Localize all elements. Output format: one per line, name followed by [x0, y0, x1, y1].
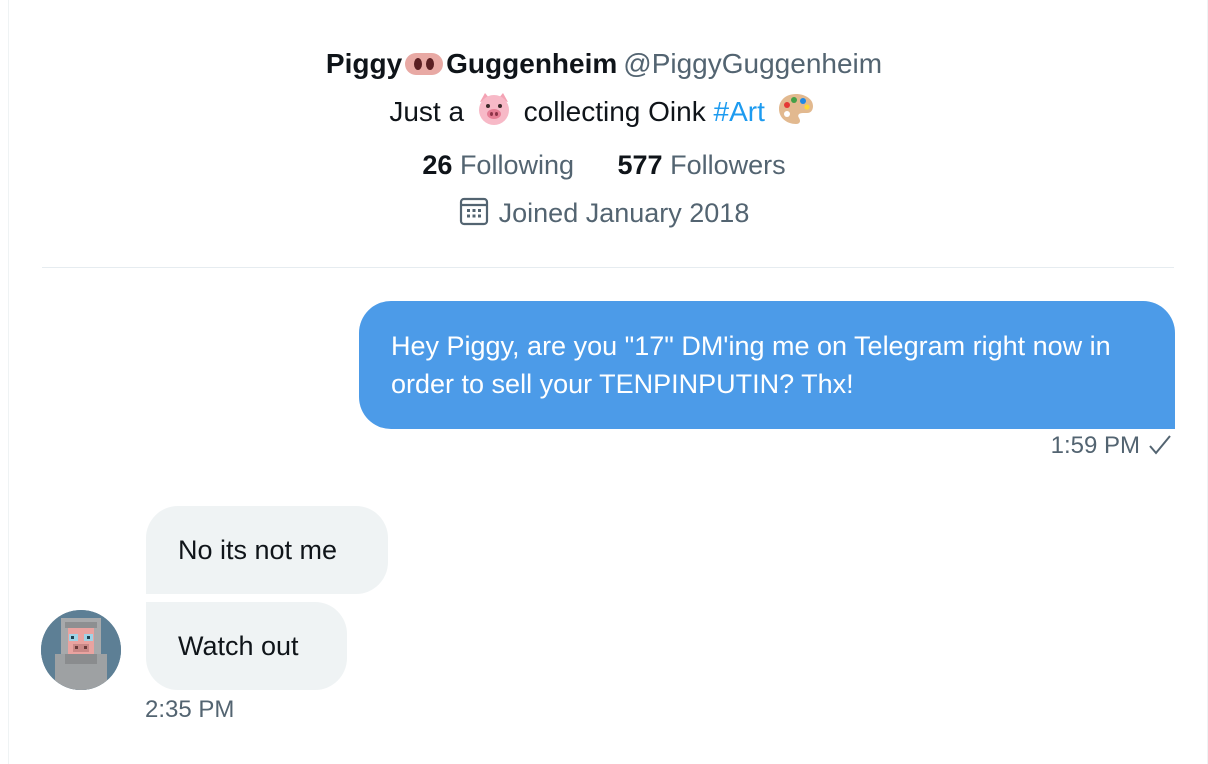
- followers-label: Followers: [670, 150, 786, 180]
- pig-face-icon: [476, 92, 512, 141]
- outgoing-message-meta: 1:59 PM: [1051, 432, 1172, 463]
- incoming-message-text: No its not me: [178, 535, 338, 565]
- joined-date-row: Joined January 2018: [0, 189, 1208, 241]
- incoming-message-time: 2:35 PM: [145, 696, 235, 723]
- header-divider: [42, 267, 1174, 268]
- following-count: 26: [422, 150, 453, 180]
- outgoing-message-time: 1:59 PM: [1050, 432, 1140, 459]
- joined-date: Joined January 2018: [498, 198, 750, 228]
- display-name-part1: Piggy: [325, 48, 403, 79]
- bio-text-middle: collecting Oink: [523, 96, 706, 127]
- palette-icon: [777, 92, 815, 141]
- outgoing-message-text: Hey Piggy, are you "17" DM'ing me on Tel…: [391, 331, 1111, 399]
- profile-header: Piggy Guggenheim @PiggyGuggenheim Just a c…: [0, 40, 1208, 241]
- calendar-icon: [459, 193, 489, 241]
- hashtag-link[interactable]: #Art: [714, 96, 765, 127]
- incoming-message[interactable]: Watch out: [146, 602, 347, 690]
- avatar[interactable]: [41, 610, 121, 690]
- profile-bio: Just a collecting Oink #Art: [0, 88, 1208, 141]
- followers-link[interactable]: 577 Followers: [618, 141, 786, 189]
- display-name[interactable]: Piggy Guggenheim: [326, 48, 617, 79]
- following-link[interactable]: 26 Following: [422, 141, 574, 189]
- incoming-message[interactable]: No its not me: [146, 506, 388, 594]
- profile-handle[interactable]: @PiggyGuggenheim: [623, 48, 882, 79]
- profile-stats: 26 Following 577 Followers: [0, 141, 1208, 189]
- profile-name-line: Piggy Guggenheim @PiggyGuggenheim: [0, 40, 1208, 88]
- bio-text-prefix: Just a: [389, 96, 465, 127]
- check-icon: [1148, 434, 1172, 463]
- incoming-message-text: Watch out: [178, 631, 299, 661]
- pig-nose-icon: [405, 53, 444, 75]
- display-name-part2: Guggenheim: [446, 48, 618, 79]
- following-label: Following: [459, 150, 574, 180]
- outgoing-message[interactable]: Hey Piggy, are you "17" DM'ing me on Tel…: [359, 301, 1175, 429]
- followers-count: 577: [617, 150, 663, 180]
